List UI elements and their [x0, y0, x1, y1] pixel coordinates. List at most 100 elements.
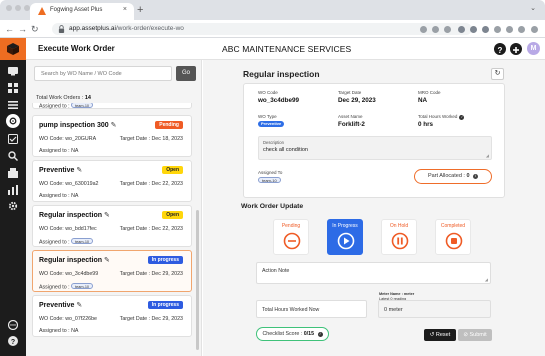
status-on-hold-button[interactable]: On Hold — [381, 219, 417, 255]
settings-icon[interactable] — [8, 201, 18, 211]
list-item[interactable]: Preventive ✎ In progress WO Code: wo_07f… — [32, 295, 192, 337]
list-icon[interactable] — [8, 100, 18, 110]
extension-icon-4[interactable] — [482, 26, 489, 33]
wrench-icon: ✎ — [76, 167, 83, 174]
card-target-date: Target Date : Dec 18, 2023 — [119, 136, 183, 142]
address-bar[interactable]: app.assetplus.ai/work-order/execute-wo — [52, 23, 472, 35]
status-badge: In progress — [147, 256, 183, 264]
info-icon: i — [317, 332, 323, 337]
card-title: Preventive ✎ — [39, 166, 82, 174]
list-scrollbar[interactable] — [196, 210, 199, 350]
status-pending-button[interactable]: Pending — [273, 219, 309, 255]
gear-icon — [9, 117, 17, 125]
app-logo[interactable] — [0, 38, 26, 60]
dashboard-icon[interactable] — [8, 66, 18, 76]
checklist-score-button[interactable]: Checklist Score : 0/15 i — [256, 327, 329, 341]
status-badge: Open — [162, 211, 183, 219]
search-input[interactable] — [34, 66, 172, 81]
assets-icon[interactable] — [8, 83, 18, 93]
resize-handle-icon: ◢ — [484, 277, 488, 282]
assigned-to-label: Assigned To — [258, 170, 283, 175]
window-minimize-control[interactable] — [15, 5, 21, 11]
list-item[interactable]: Preventive ✎ Open WO Code: wo_630019a2 T… — [32, 160, 192, 202]
card-title-text: Regular inspection — [39, 212, 103, 219]
refresh-icon[interactable]: ↻ — [491, 68, 504, 80]
status-badge: Pending — [155, 121, 183, 129]
forward-icon[interactable]: → — [18, 22, 27, 36]
svg-text:?: ? — [11, 339, 15, 346]
work-order-list: Assigned to : team-10 pump inspection 30… — [32, 103, 192, 356]
card-title: Preventive ✎ — [39, 301, 82, 309]
asset-name-label: Asset Name — [338, 114, 363, 119]
info-icon[interactable]: i — [459, 115, 465, 120]
back-icon[interactable]: ← — [5, 22, 14, 36]
part-allocated-button[interactable]: Part Allocated : 0 i — [414, 169, 492, 184]
reset-button[interactable]: ↺ Reset — [424, 329, 456, 341]
submit-button[interactable]: ⊘ Submit — [458, 329, 492, 341]
extension-icon-3[interactable] — [470, 26, 477, 33]
wo-type-label: WO Type — [258, 114, 277, 119]
browser-menu-icon[interactable] — [531, 26, 538, 33]
tab-search-icon[interactable]: ⌄ — [530, 4, 536, 12]
chat-support-icon[interactable] — [8, 320, 18, 330]
card-title-text: Preventive — [39, 302, 75, 309]
browser-tab[interactable]: Fogwing Asset Plus × — [30, 3, 134, 20]
card-target-date: Target Date : Dec 29, 2023 — [119, 316, 183, 322]
reports-chart-icon[interactable] — [8, 185, 18, 195]
total-hours-label-text: Total Hours Worked — [418, 114, 458, 119]
status-in-progress-button[interactable]: In Progress — [327, 219, 363, 255]
card-assigned: Assigned to : NA — [39, 148, 79, 154]
list-item-selected[interactable]: Regular inspection ✎ In progress WO Code… — [32, 250, 192, 292]
card-title: Regular inspection ✎ — [39, 211, 110, 219]
side-panel-icon[interactable] — [506, 26, 513, 33]
help-circle-icon[interactable]: ? — [494, 43, 506, 55]
list-item[interactable]: pump inspection 300 ✎ Pending WO Code: w… — [32, 115, 192, 157]
add-circle-icon[interactable] — [510, 43, 522, 55]
card-assigned: Assigned to : NA — [39, 193, 79, 199]
app-header: Execute Work Order ABC MAINTENANCE SERVI… — [26, 38, 545, 60]
download-icon[interactable] — [494, 26, 501, 33]
share-icon[interactable] — [432, 26, 439, 33]
reload-icon[interactable]: ↻ — [31, 22, 39, 36]
extension-icon-2[interactable] — [458, 26, 465, 33]
action-note-input[interactable]: Action Note ◢ — [256, 262, 491, 284]
inventory-icon[interactable] — [8, 168, 18, 178]
assigned-to-pill: team-10 — [258, 177, 281, 183]
tab-title: Fogwing Asset Plus — [50, 7, 103, 13]
company-name: ABC MAINTENANCE SERVICES — [222, 44, 352, 54]
list-item[interactable]: Assigned to : team-10 — [32, 103, 192, 110]
card-assigned-label: Assigned to : — [39, 239, 70, 246]
app-favicon-icon — [38, 7, 46, 15]
url-path: /work-order/execute-wo — [115, 25, 184, 32]
new-tab-button[interactable]: + — [137, 3, 143, 17]
hours-worked-input[interactable]: Total Hours Worked Now — [256, 300, 367, 318]
tab-close-icon[interactable]: × — [123, 6, 127, 13]
wrench-icon: ✎ — [110, 122, 117, 129]
go-button[interactable]: Go — [176, 66, 196, 81]
work-order-nav-active[interactable] — [6, 114, 20, 128]
user-avatar[interactable]: M — [527, 42, 540, 55]
window-close-control[interactable] — [6, 5, 12, 11]
reset-icon: ↺ — [429, 332, 435, 338]
profile-icon[interactable] — [518, 26, 525, 33]
resize-handle-icon: ◢ — [485, 153, 489, 158]
browser-chrome: Fogwing Asset Plus × + ⌄ ← → ↻ app.asset… — [0, 0, 545, 38]
minus-circle-icon — [283, 232, 301, 250]
checklist-icon[interactable] — [8, 134, 18, 144]
status-label: On Hold — [389, 223, 409, 229]
meter-reading-input[interactable]: 0 meter — [378, 300, 491, 318]
search-icon[interactable] — [8, 151, 18, 161]
mro-code-label: MRO Code — [418, 90, 441, 95]
reset-label: Reset — [435, 332, 451, 338]
extension-icon[interactable] — [420, 26, 427, 33]
list-item[interactable]: Regular inspection ✎ Open WO Code: wo_bd… — [32, 205, 192, 247]
wrench-icon: ✎ — [103, 212, 110, 219]
total-hours-value: 0 hrs — [418, 121, 434, 128]
bookmark-icon[interactable] — [444, 26, 451, 33]
help-icon[interactable]: ? — [8, 336, 18, 346]
wo-type-pill: Preventive — [258, 121, 285, 127]
target-date-value: Dec 29, 2023 — [338, 97, 376, 104]
status-completed-button[interactable]: Completed — [435, 219, 471, 255]
status-label: In Progress — [332, 223, 358, 229]
app-sidebar: ? — [0, 38, 26, 356]
